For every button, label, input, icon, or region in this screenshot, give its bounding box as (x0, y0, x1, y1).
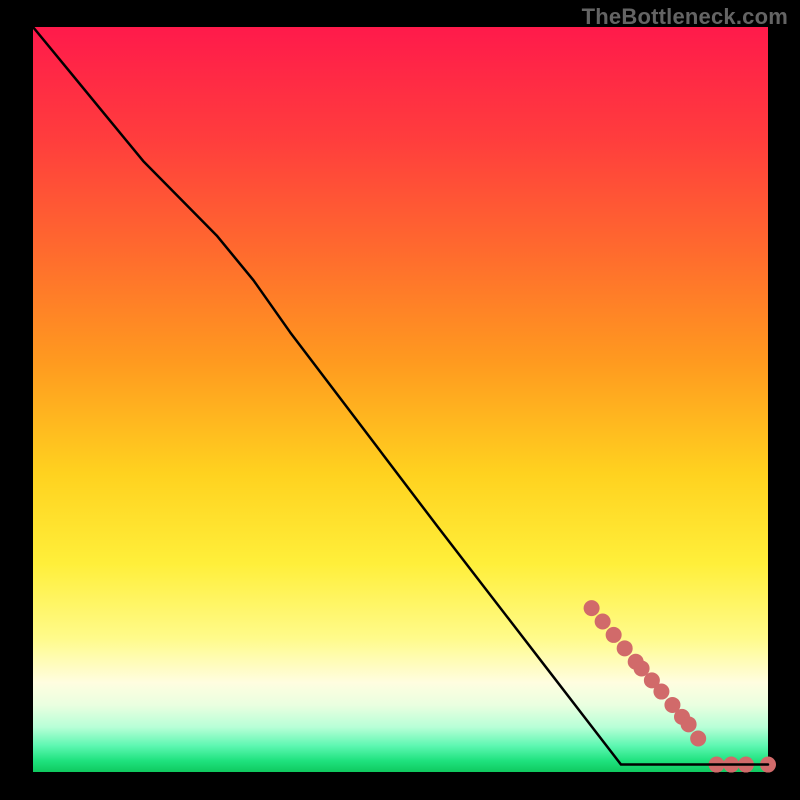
scatter-point (595, 614, 611, 630)
chart-svg (0, 0, 800, 800)
scatter-point (681, 716, 697, 732)
scatter-point (617, 640, 633, 656)
plot-background (33, 27, 768, 772)
scatter-point (606, 627, 622, 643)
scatter-point (653, 684, 669, 700)
scatter-point (690, 730, 706, 746)
chart-frame: TheBottleneck.com (0, 0, 800, 800)
scatter-point (584, 600, 600, 616)
